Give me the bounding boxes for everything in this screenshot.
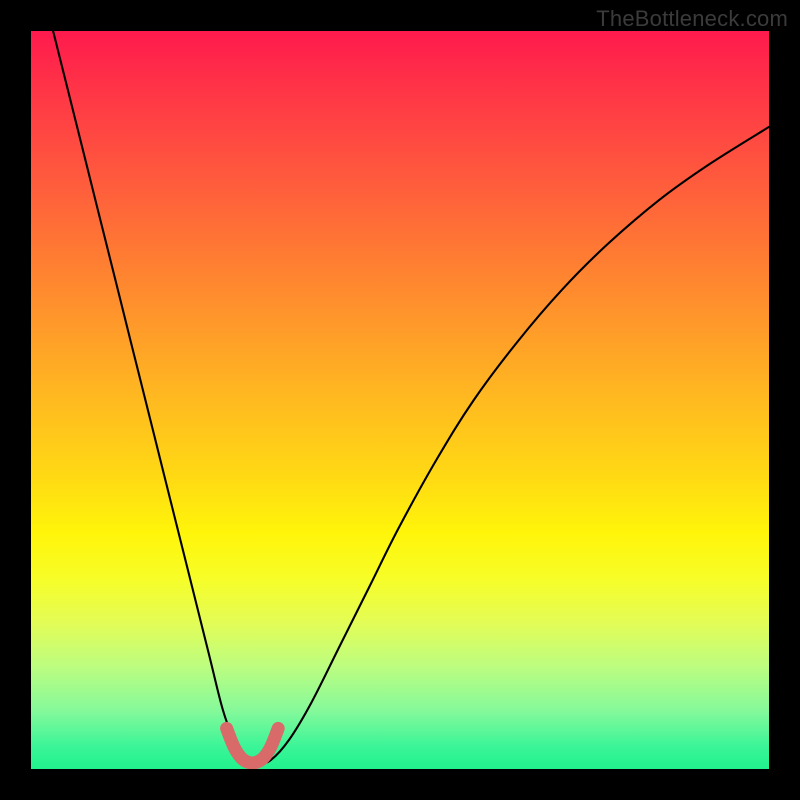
bottleneck-curve-path [53, 31, 769, 763]
chart-plot-area [31, 31, 769, 769]
bottleneck-curve-svg [31, 31, 769, 769]
watermark-text: TheBottleneck.com [596, 6, 788, 32]
highlight-segment-path [227, 728, 279, 763]
